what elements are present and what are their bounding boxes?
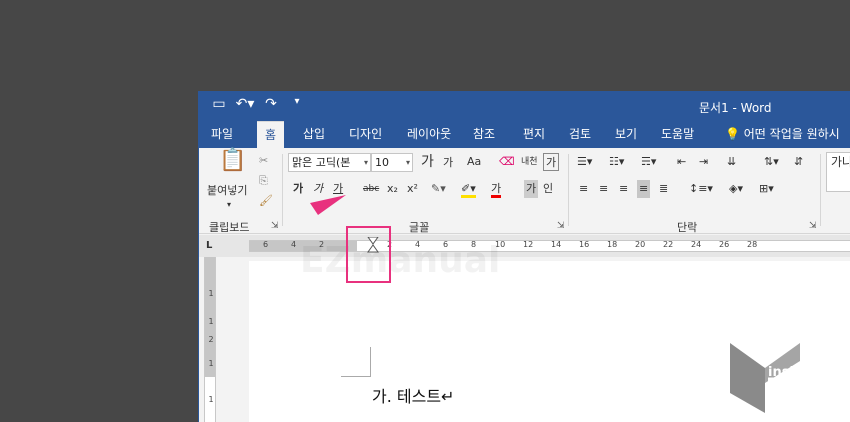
text-effects-icon[interactable]: ✎▾ [431, 180, 446, 198]
align-left-icon[interactable]: ≡ [579, 180, 588, 198]
tab-help[interactable]: 도움말 [653, 121, 702, 148]
style-gallery-item[interactable]: 가나 [826, 152, 850, 192]
window-title: 문서1 - Word [699, 101, 772, 115]
clipboard-group-label: 클립보드 [209, 221, 250, 234]
asian-layout-icon[interactable]: ⇊ [727, 153, 736, 171]
tab-file[interactable]: 파일 [203, 121, 241, 148]
bullets-icon[interactable]: ☰▾ [577, 153, 592, 171]
highlight-color-icon[interactable]: ✐▾ [461, 180, 476, 198]
tab-home[interactable]: 홈 [257, 121, 285, 148]
line-spacing-icon[interactable]: ↕≡▾ [689, 180, 713, 198]
title-bar: ▭ ↶▾ ↷ ▾ 문서1 - Word [199, 91, 850, 121]
ruler-tick: 18 [607, 240, 618, 249]
tab-view[interactable]: 보기 [607, 121, 645, 148]
superscript-button[interactable]: x² [407, 180, 418, 198]
tab-review[interactable]: 검토 [561, 121, 599, 148]
vertical-ruler[interactable]: 1 1 2 1 1 [204, 257, 216, 422]
document-text[interactable]: 가. 테스트↵ [372, 383, 454, 407]
ruler-tick: 22 [663, 240, 674, 249]
undo-icon[interactable]: ↶▾ [235, 96, 255, 112]
tab-design[interactable]: 디자인 [341, 121, 390, 148]
redo-icon[interactable]: ↷ [261, 96, 281, 112]
group-divider [568, 154, 569, 226]
ruler-tick: 6 [263, 240, 269, 249]
multilevel-list-icon[interactable]: ☴▾ [641, 153, 656, 171]
sort-icon[interactable]: ⇅▾ [764, 153, 779, 171]
change-case-button[interactable]: Aa [467, 153, 481, 171]
group-divider [820, 154, 821, 226]
ruler-tick: 24 [691, 240, 702, 249]
format-painter-icon[interactable]: 🖌 [259, 192, 273, 210]
tab-references[interactable]: 참조 [465, 121, 503, 148]
chevron-down-icon: ▾ [405, 158, 410, 167]
ruler-tick: 1 [208, 395, 214, 404]
shrink-font-button[interactable]: 가 [443, 154, 453, 172]
align-right-icon[interactable]: ≡ [619, 180, 628, 198]
enclose-circle-button[interactable]: 인 [543, 180, 553, 198]
logo-line-3: EZmanual [766, 396, 828, 409]
annotation-highlight-box [346, 226, 391, 283]
bold-button[interactable]: 가 [293, 180, 303, 198]
ruler-tick: 16 [579, 240, 590, 249]
customize-qat-icon[interactable]: ▾ [287, 96, 307, 112]
insidebox-logo: inside BOX EZmanual [730, 343, 835, 413]
watermark-logo: EZmanual [300, 240, 501, 281]
copy-icon[interactable]: ⎘ [259, 172, 268, 190]
font-size-combo[interactable]: 10 ▾ [371, 153, 413, 172]
distributed-icon[interactable]: ≣ [659, 180, 668, 198]
font-group-label: 글꼴 [409, 221, 430, 234]
numbering-icon[interactable]: ☷▾ [609, 153, 624, 171]
paragraph-group-label: 단락 [677, 221, 698, 234]
borders-icon[interactable]: ⊞▾ [759, 180, 774, 198]
strikethrough-button[interactable]: abc [363, 180, 379, 198]
cut-icon[interactable]: ✂ [259, 152, 268, 170]
group-divider [282, 154, 283, 226]
tell-me-search[interactable]: 💡 어떤 작업을 원하시나 [717, 121, 850, 168]
enclose-char-button[interactable]: 가 [543, 153, 560, 171]
tab-selector[interactable]: L [206, 237, 212, 255]
ruler-tick: 2 [208, 335, 214, 344]
ruler-tick: 4 [291, 240, 297, 249]
ribbon: 📋 붙여넣기 ▾ ✂ ⎘ 🖌 클립보드 ⇲ 맑은 고딕(본 ▾ 10 ▾ 가 가 A… [199, 148, 850, 234]
ribbon-tabs: 파일 홈 삽입 디자인 레이아웃 참조 편지 검토 보기 도움말 💡 어떤 작업… [199, 121, 850, 168]
font-name-combo[interactable]: 맑은 고딕(본 ▾ [288, 153, 371, 172]
increase-indent-icon[interactable]: ⇥ [699, 153, 708, 171]
ruler-tick: 12 [523, 240, 534, 249]
shading-icon[interactable]: ◈▾ [729, 180, 743, 198]
ruler-tick: 1 [208, 289, 214, 298]
dialog-launcher-icon[interactable]: ⇲ [271, 221, 279, 231]
margin-corner-mark [341, 347, 371, 377]
ruler-tick: 14 [551, 240, 562, 249]
ruler-tick: 28 [747, 240, 758, 249]
ruler-tick: 1 [208, 317, 214, 326]
annotation-arrow-icon [310, 195, 346, 215]
ruler-tick: 20 [635, 240, 646, 249]
dialog-launcher-icon[interactable]: ⇲ [809, 221, 817, 231]
ruler-tick: 26 [719, 240, 730, 249]
phonetic-guide-button[interactable]: 내천 [521, 153, 538, 171]
save-icon[interactable]: ▭ [209, 96, 229, 112]
quick-access-toolbar: ▭ ↶▾ ↷ ▾ [209, 96, 307, 112]
dialog-launcher-icon[interactable]: ⇲ [557, 221, 565, 231]
show-hide-icon[interactable]: ⇵ [794, 153, 803, 171]
chevron-down-icon[interactable]: ▾ [227, 196, 231, 214]
tab-layout[interactable]: 레이아웃 [399, 121, 459, 148]
paste-icon[interactable]: 📋 [219, 150, 246, 180]
chevron-down-icon: ▾ [363, 158, 368, 167]
tab-mailings[interactable]: 편지 [515, 121, 553, 148]
justify-icon[interactable]: ≡ [637, 180, 651, 198]
font-color-button[interactable]: 가 [491, 180, 502, 198]
ruler-row: L 6 4 2 2 4 6 8 10 12 14 16 18 20 22 24 … [199, 235, 850, 257]
grow-font-button[interactable]: 가 [421, 153, 434, 171]
clear-format-icon[interactable]: ⌫ [499, 153, 515, 171]
decrease-indent-icon[interactable]: ⇤ [677, 153, 686, 171]
ruler-tick: 1 [208, 359, 214, 368]
lightbulb-icon: 💡 [725, 127, 744, 141]
character-shading-button[interactable]: 가 [524, 180, 539, 198]
align-center-icon[interactable]: ≡ [599, 180, 608, 198]
tab-insert[interactable]: 삽입 [295, 121, 333, 148]
subscript-button[interactable]: x₂ [387, 180, 398, 198]
